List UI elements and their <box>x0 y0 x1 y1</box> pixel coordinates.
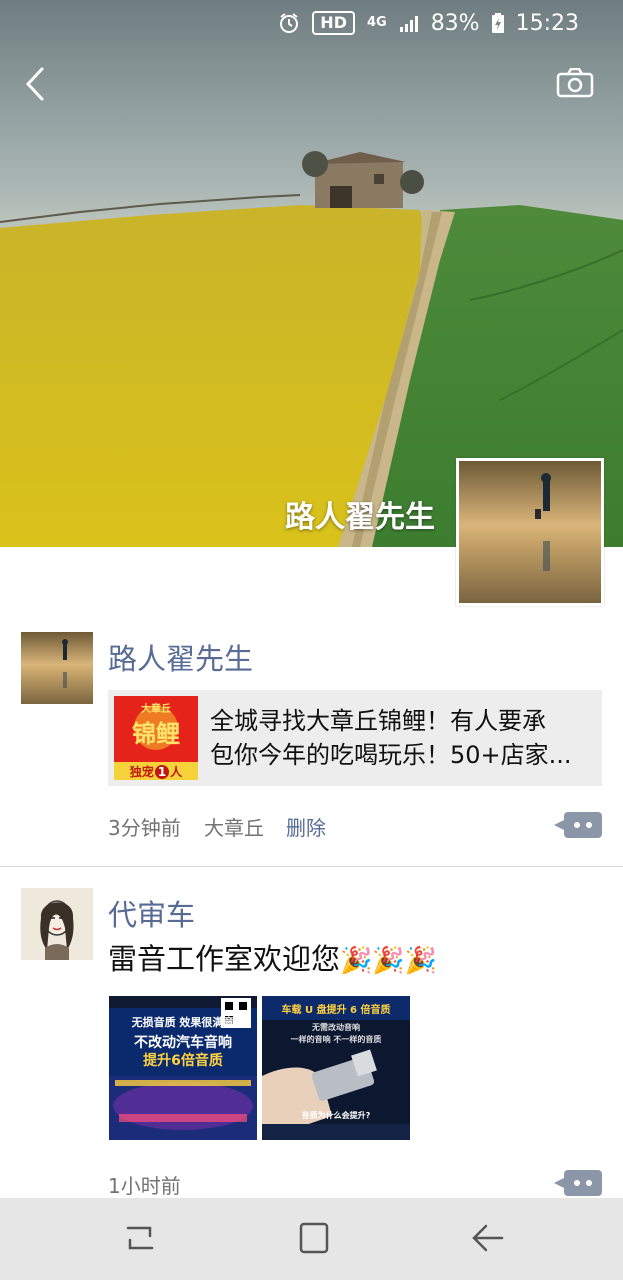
image-2-line-1: 车载 U 盘提升 6 倍音质 <box>281 1005 391 1016</box>
party-popper-icon: 🎉 <box>404 946 438 976</box>
party-popper-icon: 🎉 <box>372 946 405 976</box>
image-1-line-1: 无损音质 效果很满意 <box>131 1016 235 1029</box>
post-text: 雷音工作室欢迎您🎉🎉🎉 <box>108 936 437 978</box>
post-image-1[interactable]: 无损音质 效果很满意 不改动汽车音响 提升6倍音质 <box>109 996 257 1140</box>
home-icon[interactable] <box>294 1220 334 1256</box>
image-1-line-2: 不改动汽车音响 <box>134 1035 232 1051</box>
image-2-line-4: 音质为什么会提升? <box>301 1111 371 1120</box>
back-arrow-icon[interactable] <box>468 1220 508 1256</box>
post-image-2[interactable]: 车载 U 盘提升 6 倍音质 无需改动音响 一样的音响 不一样的音质 音质为什么… <box>262 996 410 1140</box>
avatar[interactable] <box>21 888 93 960</box>
post-time: 1小时前 <box>108 1174 181 1198</box>
post-text-body: 雷音工作室欢迎您 <box>108 942 341 976</box>
party-popper-icon: 🎉 <box>340 946 373 976</box>
avatar-image <box>21 888 93 960</box>
image-1-line-3: 提升6倍音质 <box>143 1053 223 1069</box>
moment-post-2: 代审车 雷音工作室欢迎您🎉🎉🎉 无损音质 效果很满意 不改动汽车音响 提升6倍音… <box>0 0 623 1198</box>
system-nav-bar <box>0 1198 623 1280</box>
dot-icon <box>586 1180 592 1186</box>
recent-apps-icon[interactable] <box>120 1220 160 1256</box>
image-2-line-3: 一样的音响 不一样的音质 <box>290 1035 382 1044</box>
comment-more-button[interactable] <box>554 1170 602 1196</box>
image-2-line-2: 无需改动音响 <box>312 1023 360 1032</box>
dot-icon <box>574 1180 580 1186</box>
post-username[interactable]: 代审车 <box>108 892 195 934</box>
